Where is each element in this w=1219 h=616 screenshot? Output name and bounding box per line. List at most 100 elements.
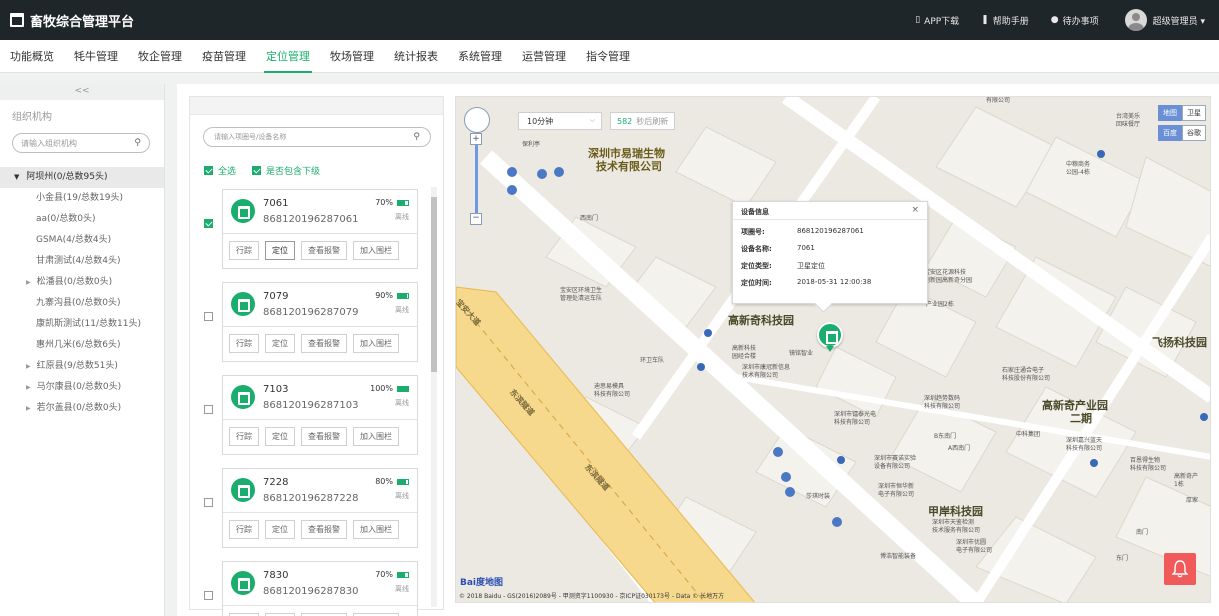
tree-item[interactable]: ▶ 马尔康县(0/总数0头): [0, 377, 164, 398]
app-download-link[interactable]: ▯ APP下载: [915, 14, 959, 27]
nav-item[interactable]: 运营管理: [512, 40, 576, 73]
add-fence-button[interactable]: 加入围栏: [353, 427, 399, 446]
view-alarm-button[interactable]: 查看报警: [301, 241, 347, 260]
alarm-button[interactable]: [1164, 553, 1196, 585]
todo-link[interactable]: ● 待办事项: [1051, 14, 1099, 27]
locate-button[interactable]: 定位: [265, 241, 295, 260]
device-checkbox[interactable]: [204, 591, 213, 600]
tree-item[interactable]: 九寨沟县(0/总数0头): [0, 293, 164, 314]
nav-item[interactable]: 功能概览: [0, 40, 64, 73]
battery-icon: [397, 292, 409, 299]
zoom-out-button[interactable]: −: [470, 213, 482, 225]
close-icon[interactable]: ×: [911, 205, 919, 215]
map-type-satellite[interactable]: 卫星: [1182, 105, 1206, 121]
tree-item[interactable]: ▶ 若尔盖县(0/总数0头): [0, 398, 164, 419]
device-search-input[interactable]: 请输入项圈号/设备名称 ⚲: [203, 127, 431, 147]
org-search-input[interactable]: 请输入组织机构 ⚲: [12, 133, 150, 153]
scrollbar-thumb[interactable]: [431, 197, 437, 372]
status-badge: 离线: [395, 213, 409, 221]
nav-item[interactable]: 统计报表: [384, 40, 448, 73]
select-all-checkbox[interactable]: [204, 166, 213, 175]
view-alarm-button[interactable]: 查看报警: [301, 520, 347, 539]
tree-item[interactable]: 惠州几米(6/总数6头): [0, 335, 164, 356]
nav-item[interactable]: 指令管理: [576, 40, 640, 73]
nav-item[interactable]: 牧企管理: [128, 40, 192, 73]
battery-fill: [398, 572, 405, 577]
caret-right-icon[interactable]: ▶: [26, 279, 31, 286]
device-checkbox[interactable]: [204, 498, 213, 507]
nav-item[interactable]: 疫苗管理: [192, 40, 256, 73]
device-imei: 868120196287228: [263, 493, 359, 504]
help-link[interactable]: ❚ 帮助手册: [981, 14, 1029, 27]
refresh-countdown[interactable]: 582 秒后刷新: [610, 112, 676, 130]
device-checkbox[interactable]: [204, 405, 213, 414]
tree-item[interactable]: 康凯斯测试(11/总数11头): [0, 314, 164, 335]
locate-button[interactable]: 定位: [265, 334, 295, 353]
battery-percent: 80%: [375, 477, 393, 486]
track-button[interactable]: 行踪: [229, 334, 259, 353]
map-pan-control[interactable]: [464, 107, 490, 133]
caret-right-icon[interactable]: ▶: [26, 405, 31, 412]
add-fence-button[interactable]: 加入围栏: [353, 241, 399, 260]
caret-right-icon[interactable]: ▶: [26, 363, 31, 370]
nav-item[interactable]: 牧场管理: [320, 40, 384, 73]
view-alarm-button[interactable]: 查看报警: [301, 427, 347, 446]
add-fence-button[interactable]: 加入围栏: [353, 520, 399, 539]
device-checkbox[interactable]: [204, 219, 213, 228]
nav-item[interactable]: 定位管理: [256, 40, 320, 73]
battery-status: 90%: [375, 291, 409, 300]
tree-root[interactable]: ▼ 阿坝州(0/总数95头): [0, 167, 164, 188]
zoom-slider[interactable]: [475, 145, 478, 215]
battery-percent: 70%: [375, 198, 393, 207]
tree-item[interactable]: ▶ 红原县(9/总数51头): [0, 356, 164, 377]
tree-item-label: 小金县(19/总数19头): [36, 193, 123, 203]
tree-item[interactable]: aa(0/总数0头): [0, 209, 164, 230]
device-marker-icon[interactable]: [817, 322, 843, 348]
poi-label: 保利亭: [522, 141, 541, 148]
tree-item[interactable]: GSMA(4/总数4头): [0, 230, 164, 251]
tree-item[interactable]: ▶ 松潘县(0/总数0头): [0, 272, 164, 293]
chevron-down-icon: ⌵: [589, 116, 595, 124]
map-type-google[interactable]: 谷歌: [1182, 125, 1206, 141]
user-menu[interactable]: 超级管理员 ▾: [1153, 14, 1205, 27]
map-view[interactable]: 东滨隧道 东滨隧道 宝安大道 深圳市易瑞生物 技术有限公司 高新奇科技园 高新奇…: [455, 96, 1211, 603]
avatar[interactable]: [1124, 9, 1147, 31]
poi-label: 厚家: [1186, 497, 1199, 504]
sidebar-collapse-button[interactable]: <<: [0, 84, 164, 100]
map-type-map[interactable]: 地图: [1158, 105, 1182, 121]
device-icon: [231, 571, 255, 595]
device-name: 7830: [263, 570, 289, 581]
track-button[interactable]: 行踪: [229, 520, 259, 539]
poi-label: 南门: [1136, 529, 1149, 536]
device-card[interactable]: 7103 868120196287103 100% 离线 行踪 定位 查看报警 加入围栏: [222, 375, 418, 455]
brand[interactable]: 畜牧综合管理平台: [0, 11, 134, 30]
list-scrollbar[interactable]: [431, 187, 437, 607]
interval-select[interactable]: 10分钟 ⌵: [518, 112, 602, 130]
search-icon[interactable]: ⚲: [134, 138, 141, 148]
device-card[interactable]: 7830 868120196287830 70%离线行踪定位查看报警加入围栏: [222, 561, 418, 616]
poi-label: A西南门: [948, 445, 971, 452]
locate-button[interactable]: 定位: [265, 427, 295, 446]
tree-item[interactable]: 小金县(19/总数19头): [0, 188, 164, 209]
include-sub-checkbox[interactable]: [252, 166, 262, 175]
caret-right-icon[interactable]: ▶: [26, 384, 31, 391]
device-card[interactable]: 7079 868120196287079 90% 离线 行踪 定位 查看报警 加入围栏: [222, 282, 418, 362]
track-button[interactable]: 行踪: [229, 427, 259, 446]
device-card[interactable]: 7228 868120196287228 80% 离线 行踪 定位 查看报警 加入围栏: [222, 468, 418, 548]
device-card[interactable]: 7061 868120196287061 70% 离线 行踪 定位 查看报警 加入围栏: [222, 189, 418, 269]
locate-button[interactable]: 定位: [265, 520, 295, 539]
view-alarm-button[interactable]: 查看报警: [301, 334, 347, 353]
tree-item-label: 马尔康县(0/总数0头): [36, 382, 122, 392]
battery-icon: [397, 199, 409, 206]
device-checkbox[interactable]: [204, 312, 213, 321]
zoom-in-button[interactable]: +: [470, 133, 482, 145]
map-type-baidu[interactable]: 百度: [1158, 125, 1182, 141]
add-fence-button[interactable]: 加入围栏: [353, 334, 399, 353]
poi-label: 深圳市康冠新信息 技术有限公司: [742, 364, 791, 379]
bell-icon: [1172, 560, 1188, 578]
search-icon[interactable]: ⚲: [413, 132, 420, 142]
tree-item[interactable]: 甘肃测试(4/总数4头): [0, 251, 164, 272]
nav-item[interactable]: 系统管理: [448, 40, 512, 73]
nav-item[interactable]: 牦牛管理: [64, 40, 128, 73]
track-button[interactable]: 行踪: [229, 241, 259, 260]
